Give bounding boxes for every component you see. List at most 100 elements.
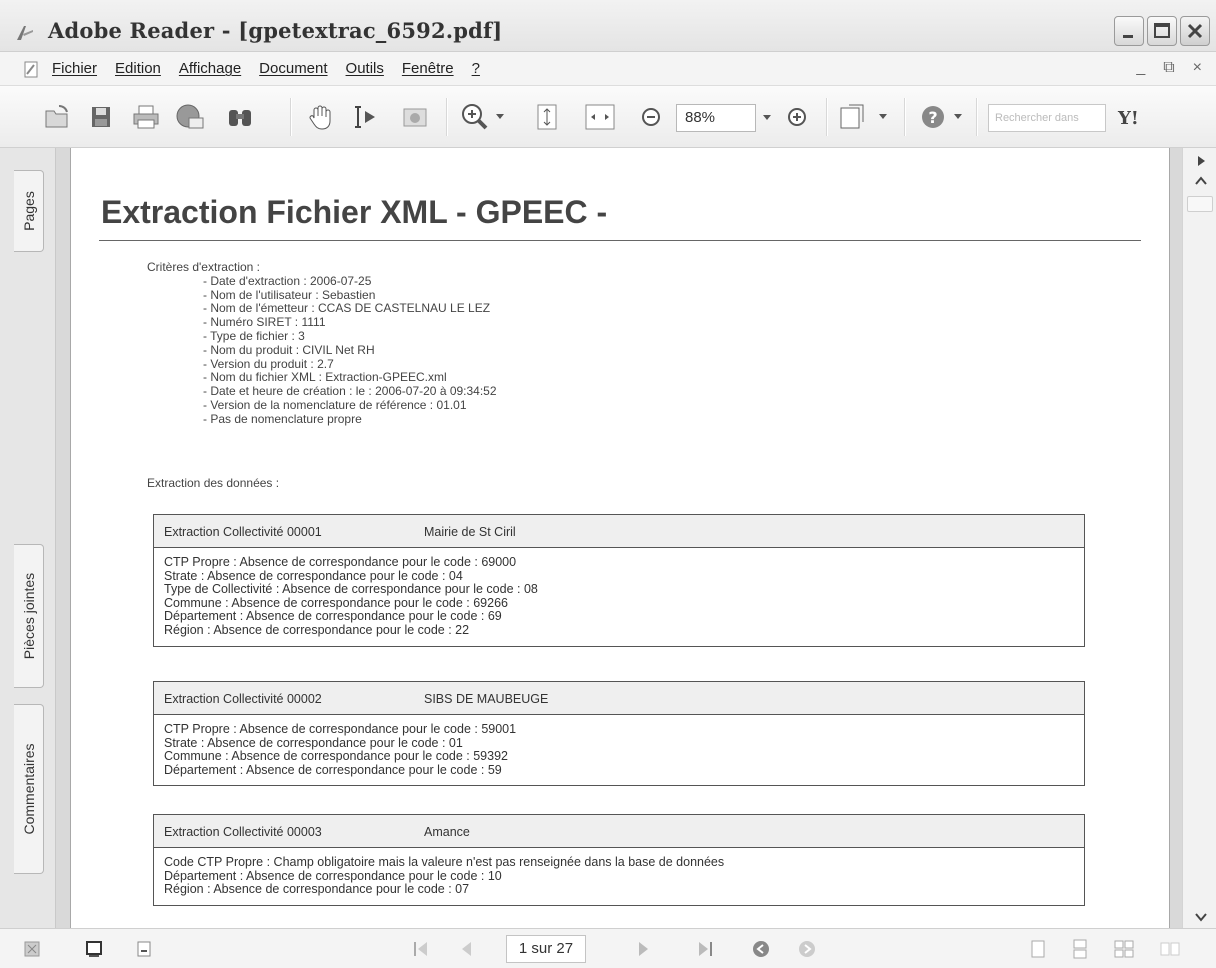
- scroll-up-icon[interactable]: [1193, 174, 1209, 188]
- minimize-button[interactable]: [1114, 16, 1144, 46]
- criteria-item: - Nom de l'utilisateur : Sebastien: [203, 287, 376, 302]
- next-page-button[interactable]: [628, 937, 658, 961]
- sidebar-toggle-button[interactable]: [20, 937, 44, 961]
- collectivite-block: Extraction Collectivité 00003 Amance Cod…: [153, 814, 1085, 906]
- criteria-item: - Nom du fichier XML : Extraction-GPEEC.…: [203, 370, 447, 385]
- minimize-page-icon: [137, 941, 151, 957]
- block-line: Département : Absence de correspondance …: [164, 609, 502, 624]
- minimize-icon: [1123, 35, 1133, 38]
- toolbar: 88% ? Rechercher dans Y!: [0, 86, 1216, 148]
- page-size-button[interactable]: [82, 937, 106, 961]
- doc-close-button[interactable]: ×: [1193, 59, 1202, 77]
- select-text-icon: [355, 106, 375, 128]
- previous-page-icon: [462, 942, 471, 956]
- pages-menu-button[interactable]: [836, 100, 894, 134]
- tab-pages[interactable]: Pages: [14, 170, 44, 252]
- facing-layout-button[interactable]: [1110, 937, 1138, 961]
- zoom-in-button[interactable]: [782, 100, 812, 134]
- first-page-button[interactable]: [406, 937, 436, 961]
- menu-document[interactable]: Document: [259, 60, 327, 77]
- zoom-tool-button[interactable]: [458, 100, 510, 134]
- vertical-scrollbar[interactable]: [1182, 148, 1216, 928]
- search-web-input[interactable]: Rechercher dans: [988, 104, 1106, 132]
- scroll-down-icon[interactable]: [1193, 910, 1209, 924]
- block-line: Département : Absence de correspondance …: [164, 868, 502, 883]
- last-page-icon: [699, 942, 712, 956]
- zoom-out-button[interactable]: [636, 100, 666, 134]
- collectivite-block: Extraction Collectivité 00002 SIBS DE MA…: [153, 681, 1085, 787]
- go-forward-button[interactable]: [792, 937, 822, 961]
- tab-comments[interactable]: Commentaires: [14, 704, 44, 874]
- print-icon: [133, 105, 159, 129]
- block-id: Extraction Collectivité 00002: [164, 692, 322, 706]
- previous-page-button[interactable]: [452, 937, 482, 961]
- save-icon: [92, 107, 110, 127]
- document-icon[interactable]: [22, 60, 42, 80]
- save-button[interactable]: [86, 100, 116, 134]
- help-button[interactable]: ?: [916, 100, 970, 134]
- block-line: Région : Absence de correspondance pour …: [164, 622, 470, 637]
- fit-width-icon: [585, 104, 615, 130]
- criteria-item: - Nom de l'émetteur : CCAS DE CASTELNAU …: [203, 301, 491, 316]
- snapshot-button[interactable]: [398, 100, 432, 134]
- title-divider: [99, 240, 1141, 241]
- criteria-heading: Critères d'extraction :: [147, 260, 260, 274]
- zoom-input[interactable]: 88%: [676, 104, 756, 132]
- collapse-button[interactable]: [132, 937, 156, 961]
- email-button[interactable]: [172, 100, 208, 134]
- chevron-down-icon: [763, 115, 771, 120]
- block-id: Extraction Collectivité 00003: [164, 825, 322, 839]
- svg-text:?: ?: [928, 108, 937, 127]
- email-icon: [176, 104, 204, 129]
- extraction-criteria: Critères d'extraction : - Date d'extract…: [147, 260, 497, 427]
- zoom-out-icon: [642, 108, 660, 126]
- block-line: Commune : Absence de correspondance pour…: [164, 595, 508, 610]
- adobe-reader-app-icon: [17, 26, 33, 40]
- maximize-button[interactable]: [1147, 16, 1177, 46]
- select-text-button[interactable]: [348, 100, 382, 134]
- menu-fenetre[interactable]: Fenêtre: [402, 60, 454, 77]
- hand-tool-button[interactable]: [300, 100, 340, 134]
- tab-attachments-label: Pièces jointes: [20, 572, 37, 660]
- go-back-button[interactable]: [746, 937, 776, 961]
- find-button[interactable]: [222, 100, 258, 134]
- print-button[interactable]: [128, 100, 164, 134]
- last-page-button[interactable]: [690, 937, 720, 961]
- menu-edition[interactable]: Edition: [115, 60, 161, 77]
- status-bar: 1 sur 27: [0, 928, 1216, 968]
- search-binoculars-icon: [229, 110, 251, 126]
- window-title: Adobe Reader - [gpetextrac_6592.pdf]: [48, 18, 503, 43]
- page-view-icon: [86, 941, 102, 957]
- panel-expand-icon[interactable]: [1193, 154, 1209, 168]
- maximize-icon: [1154, 23, 1170, 38]
- facing-pages-icon: [1114, 940, 1134, 958]
- block-id: Extraction Collectivité 00001: [164, 525, 322, 539]
- continuous-layout-button[interactable]: [1066, 937, 1094, 961]
- document-view[interactable]: Extraction Fichier XML - GPEEC - Critère…: [56, 148, 1182, 928]
- menu-outils[interactable]: Outils: [346, 60, 384, 77]
- sidebar-toggle-icon: [24, 941, 40, 957]
- fit-width-button[interactable]: [580, 100, 620, 134]
- fit-page-icon: [537, 104, 557, 130]
- menu-affichage[interactable]: Affichage: [179, 60, 241, 77]
- tab-attachments[interactable]: Pièces jointes: [14, 544, 44, 688]
- menu-help[interactable]: ?: [472, 60, 480, 77]
- single-page-layout-button[interactable]: [1024, 937, 1052, 961]
- doc-restore-button[interactable]: ⧉: [1163, 59, 1174, 77]
- document-title: Extraction Fichier XML - GPEEC -: [101, 194, 608, 230]
- extraction-data-label: Extraction des données :: [147, 476, 280, 490]
- doc-minimize-button[interactable]: _: [1136, 59, 1145, 77]
- open-button[interactable]: [40, 100, 76, 134]
- yahoo-logo-button[interactable]: Y!: [1118, 108, 1139, 129]
- block-name: SIBS DE MAUBEUGE: [424, 692, 549, 706]
- zoom-dropdown[interactable]: [756, 100, 778, 134]
- block-line: Type de Collectivité : Absence de corres…: [164, 582, 538, 597]
- close-button[interactable]: [1180, 16, 1210, 46]
- menu-fichier[interactable]: Fichier: [52, 60, 97, 77]
- criteria-item: - Nom du produit : CIVIL Net RH: [203, 342, 375, 357]
- fit-page-button[interactable]: [530, 100, 564, 134]
- page-number-input[interactable]: 1 sur 27: [506, 935, 586, 963]
- scroll-thumb[interactable]: [1187, 196, 1213, 212]
- continuous-facing-layout-button[interactable]: [1156, 937, 1184, 961]
- continuous-facing-icon: [1160, 942, 1180, 956]
